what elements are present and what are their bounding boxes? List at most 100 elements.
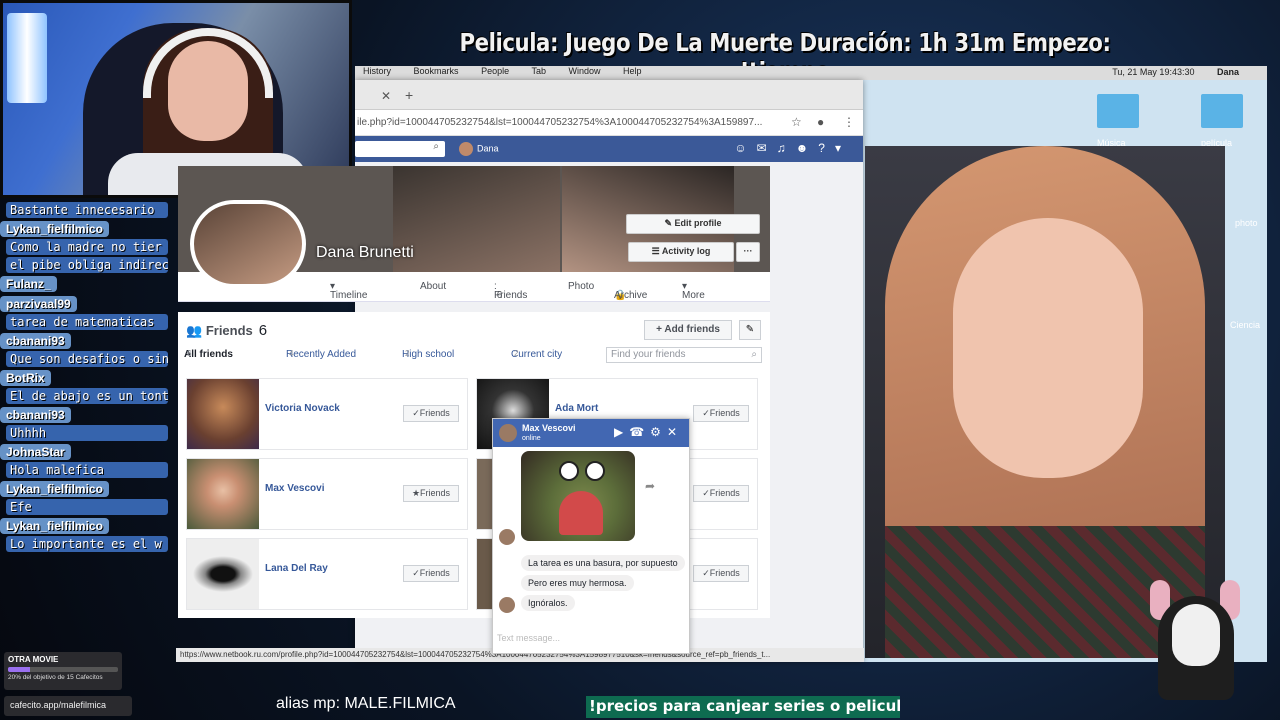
filter-label: Recently Added [286,349,357,360]
cafecito-link[interactable]: cafecito.app/malefilmica [4,696,132,716]
avatar [499,529,515,545]
sticker-eye [559,461,579,481]
friends-title: Friends [205,323,253,338]
friends-button[interactable]: ✓Friends [693,565,749,582]
friends-button[interactable]: ✓Friends [693,485,749,502]
friends-heading: 👥 Friends 6 [186,322,267,339]
tab-more[interactable]: More ▾ [682,281,705,301]
tab-about[interactable]: About [420,281,446,292]
friends-button[interactable]: ★Friends [403,485,459,502]
chat-row: BotRix El de abajo es un tonto [0,369,168,404]
star-icon[interactable]: ☆ [791,115,802,129]
friend-photo[interactable] [187,379,259,449]
chat-username[interactable]: parzivaal99 [0,296,77,312]
chat-username[interactable]: BotRix [0,370,51,386]
menu-bookmarks[interactable]: Bookmarks [414,66,459,76]
chat-message-text: tarea de matematicas [6,314,168,330]
menu-window[interactable]: Window [568,66,600,76]
chat-username[interactable]: Lykan_fielfilmico [0,481,109,497]
folder-icon[interactable] [1201,94,1243,128]
activity-log-button[interactable]: ☰ Activity log [628,242,734,262]
tab-timeline[interactable]: Timeline ▾ [330,281,367,301]
menu-help[interactable]: Help [623,66,642,76]
phone-icon[interactable]: ☎ [629,425,650,439]
friend-item: Victoria Novack ✓Friends [186,378,468,450]
new-tab-icon[interactable]: + [405,87,413,103]
search-icon[interactable]: ⌕ [355,141,445,157]
chat-row: parzivaal99 tarea de matematicas [0,295,168,330]
tab-more-label: More [682,290,705,301]
os-menubar: History Bookmarks People Tab Window Help… [355,66,1267,80]
chat-message-text: Que son desafios o sin [6,351,168,367]
address-bar[interactable]: ile.php?id=100044705232754&lst=100044705… [355,110,863,136]
chat-row: JohnaStar Hola malefica [0,443,168,478]
menu-tab[interactable]: Tab [531,66,546,76]
friend-name[interactable]: Max Vescovi [265,483,324,494]
edit-profile-button[interactable]: ✎ Edit profile [626,214,760,234]
mascot-face [1172,604,1220,666]
menu-history[interactable]: History [363,66,391,76]
search-icon: ⌕ [751,349,757,360]
chat-username[interactable]: Lykan_fielfilmico [0,518,109,534]
prices-banner: !precios para canjear series o peliculas [586,696,900,718]
topbar-user[interactable]: Dana [459,142,499,156]
find-friends-input[interactable]: Find your friends ⌕ [606,347,762,363]
friend-photo[interactable] [187,539,259,609]
menu-dots-icon[interactable]: ⋮ [843,115,855,129]
chat-username[interactable]: JohnaStar [0,444,71,460]
friends-button[interactable]: ✓Friends [403,565,459,582]
sticker-image [521,451,635,541]
pencil-icon[interactable]: ✎ [739,320,761,340]
profile-name[interactable]: Dana Brunetti [316,244,414,262]
gear-icon[interactable]: ⚙ [650,425,667,439]
tab-timeline-label: Timeline [330,290,368,301]
stream-scene: Pelicula: Juego De La Muerte Duración: 1… [0,0,1280,720]
sticker-eye [585,461,605,481]
chat-username[interactable]: Fulanz_ [0,276,57,292]
os-user: Dana [1216,67,1239,77]
chat-row: Lykan_fielfilmico Como la madre no tier [0,220,168,255]
tab-photo[interactable]: Photo [568,281,594,292]
filter-count: 2 [514,349,519,358]
clock: Tu, 21 May 19:43:30 [1112,67,1195,77]
add-friends-button[interactable]: + Add friends [644,320,732,340]
chat-row: cbanani93 Que son desafios o sin [0,332,168,367]
friends-button[interactable]: ✓Friends [403,405,459,422]
message-input[interactable]: Text message... [497,633,560,643]
chat-message-text: Uhhhh [6,425,168,441]
chat-row: Lykan_fielfilmico Lo importante es el w [0,517,168,552]
chat-header[interactable]: Max Vescovi online ▶☎⚙✕ [493,419,689,447]
friend-item: Lana Del Ray ✓Friends [186,538,468,610]
avatar [499,424,517,442]
folder-icon[interactable] [1097,94,1139,128]
chat-username[interactable]: cbanani93 [0,407,71,423]
chat-message-text: El de abajo es un tonto [6,388,168,404]
goal-subtitle: 20% del objetivo de 15 Cafecitos [8,674,103,681]
friend-name[interactable]: Lana Del Ray [265,563,328,574]
account-icon[interactable]: ● [817,115,824,129]
video-call-icon[interactable]: ▶ [614,425,629,439]
chat-message: Ignóralos. [521,595,575,611]
friend-name[interactable]: Ada Mort [555,403,598,414]
more-options-button[interactable]: ··· [736,242,760,262]
profile-picture[interactable] [190,200,306,288]
tab-archive-label: Archive [614,290,648,301]
friend-photo[interactable] [187,459,259,529]
menu-people[interactable]: People [481,66,509,76]
share-icon[interactable]: ➦ [645,479,655,493]
close-tab-icon[interactable]: ✕ [381,89,391,103]
close-icon[interactable]: ✕ [667,425,683,439]
friend-item: Max Vescovi ★Friends [186,458,468,530]
chat-header-icons: ▶☎⚙✕ [614,425,683,439]
stream-chat: Bastante innecesario Lykan_fielfilmico Com… [0,200,168,640]
friend-name[interactable]: Victoria Novack [265,403,340,414]
chat-username[interactable]: cbanani93 [0,333,71,349]
tab-friends[interactable]: Friends: 6 [494,281,527,301]
notification-icons[interactable]: ☺✉♫☻?▾ [734,141,851,155]
friends-button[interactable]: ✓Friends [693,405,749,422]
chat-username[interactable]: Lykan_fielfilmico [0,221,109,237]
menubar-right: Tu, 21 May 19:43:30 Dana [1112,67,1239,77]
chat-message: La tarea es una basura, por supuesto [521,555,685,571]
filter-count: 2 [405,349,410,358]
payment-alias: alias mp: MALE.FILMICA [276,695,456,712]
